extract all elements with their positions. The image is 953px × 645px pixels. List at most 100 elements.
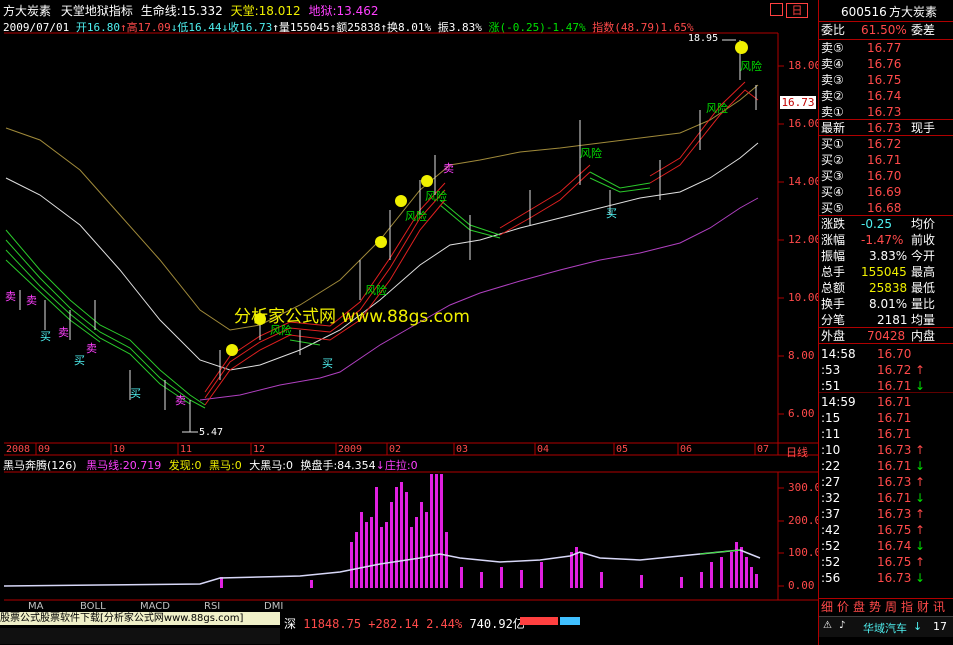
- tick-price: 16.73: [877, 571, 912, 585]
- stat-label: 振幅: [821, 249, 846, 263]
- found-value: 发现:0: [168, 459, 202, 472]
- smiley-icon: [375, 236, 387, 248]
- sell-level-label: 卖③: [821, 73, 844, 87]
- neipan-label: 内盘: [911, 329, 936, 343]
- smiley-icon: [735, 41, 748, 54]
- tick-arrow: ↑: [915, 443, 926, 457]
- sub-indicator-header: 黑马奔腾(126) 黑马线:20.719 发现:0 黑马:0 大黑马:0 换盘手…: [3, 459, 418, 472]
- buy-label: 买: [130, 387, 141, 400]
- main-chart-area[interactable]: 方大炭素 天堂地狱指标 生命线:15.332 天堂:18.012 地狱:13.4…: [0, 0, 828, 612]
- index-change: +282.14: [368, 617, 419, 631]
- latest-value: 16.73: [867, 121, 902, 135]
- stat-label2: 均量: [911, 313, 936, 327]
- smiley-icon: [421, 175, 433, 187]
- stat-value: 25838: [869, 281, 908, 295]
- buy-level-price: 16.69: [867, 185, 902, 199]
- buy-level-label: 买⑤: [821, 201, 844, 215]
- status-filler: [0, 628, 280, 644]
- stat-label2: 最高: [911, 265, 936, 279]
- sub-param: (126): [47, 459, 77, 472]
- stat-label: 涨幅: [821, 233, 846, 247]
- sell-level-price: 16.74: [867, 89, 902, 103]
- tick-time: :53: [821, 363, 841, 377]
- waipan-label: 外盘: [821, 329, 846, 343]
- sub-tick: 0.00: [788, 579, 815, 592]
- sell-label: 卖: [443, 162, 454, 175]
- tick-price: 16.73: [877, 443, 912, 457]
- tick-price: 16.72: [877, 363, 912, 377]
- buy-label: 买: [322, 357, 333, 370]
- sell-level-label: 卖②: [821, 89, 844, 103]
- tab-week[interactable]: 周: [885, 599, 897, 615]
- index-amount: 740.92亿: [469, 617, 525, 631]
- sidebar-tabs: 细 价 盘 势 周 指 财 讯: [819, 598, 953, 615]
- time-label: 2009: [338, 444, 363, 455]
- sell-level-price: 16.76: [867, 57, 902, 71]
- stat-value: 2181: [877, 313, 908, 327]
- buy-level-label: 买③: [821, 169, 844, 183]
- download-banner[interactable]: 股票公式股票软件下载[分析家公式网www.88gs.com]: [0, 612, 280, 625]
- price-tick: 14.00: [788, 175, 822, 188]
- time-label: 02: [389, 444, 402, 455]
- time-label: 11: [180, 444, 193, 455]
- quote-sidebar: 600516 方大炭素 委比 61.50% 委差 卖⑤ 16.77 卖④ 16.76 卖③…: [818, 0, 953, 645]
- index-value: 11848.75: [303, 617, 362, 631]
- smiley-icon: [395, 195, 407, 207]
- buy-level-label: 买②: [821, 153, 844, 167]
- tick-time: 14:59: [821, 395, 856, 409]
- tick-time: :22: [821, 459, 841, 473]
- time-label: 2008: [6, 444, 31, 455]
- price-tick: 10.00: [788, 291, 822, 304]
- index-pct: 2.44%: [426, 617, 463, 631]
- stat-value: 155045: [861, 265, 907, 279]
- tick-arrow: ↑: [915, 523, 926, 537]
- risk-label: 风险: [425, 190, 447, 203]
- price-tick: 12.00: [788, 233, 822, 246]
- speaker-icon[interactable]: ♪: [839, 620, 845, 631]
- tick-arrow: ↓: [915, 539, 926, 553]
- zhuangla-value: 庄拉:0: [384, 459, 418, 472]
- waipan-value: 70428: [867, 329, 906, 343]
- tick-time: :11: [821, 427, 841, 441]
- tick-arrow: ↑: [915, 475, 926, 489]
- buy-level-price: 16.68: [867, 201, 902, 215]
- price-tick: 6.00: [788, 407, 815, 420]
- warning-icon[interactable]: ⚠: [823, 620, 832, 631]
- tab-price[interactable]: 价: [837, 599, 849, 615]
- watermark-text: 分析家公式网 www.88gs.com: [234, 307, 470, 327]
- sub-chart-svg[interactable]: [0, 472, 778, 600]
- turnover-hand-value: 换盘手:84.354: [300, 459, 376, 472]
- tab-index[interactable]: 指: [901, 599, 913, 615]
- hma-value: 黑马:0: [209, 459, 242, 472]
- tab-finance[interactable]: 财: [917, 599, 929, 615]
- sell-level-price: 16.73: [867, 105, 902, 119]
- stat-label: 总额: [821, 281, 846, 295]
- stock-code: 600516: [841, 5, 887, 19]
- stat-label: 涨跌: [821, 217, 846, 231]
- period-label[interactable]: 日线: [786, 444, 808, 460]
- time-label: 09: [38, 444, 51, 455]
- tick-time: :52: [821, 539, 841, 553]
- tick-arrow: ↓: [915, 571, 926, 585]
- stat-label2: 今开: [911, 249, 936, 263]
- stat-value: 8.01%: [869, 297, 908, 311]
- market-index: 深 11848.75 +282.14 2.44% 740.92亿: [284, 615, 525, 632]
- tab-trend[interactable]: 势: [869, 599, 881, 615]
- tick-price: 16.70: [877, 347, 912, 361]
- tab-detail[interactable]: 细: [821, 599, 833, 615]
- time-label: 05: [616, 444, 629, 455]
- tick-time: :52: [821, 555, 841, 569]
- risk-label: 风险: [365, 284, 387, 297]
- tab-news[interactable]: 讯: [933, 599, 945, 615]
- sub-name: 黑马奔腾: [3, 459, 47, 472]
- tick-price: 16.73: [877, 507, 912, 521]
- risk-label: 风险: [580, 147, 602, 160]
- tab-pan[interactable]: 盘: [853, 599, 865, 615]
- tick-price: 16.71: [877, 395, 912, 409]
- stat-value: -1.47%: [861, 233, 904, 247]
- xianshou-label: 现手: [911, 121, 936, 135]
- time-label: 03: [456, 444, 469, 455]
- current-price-tag: 16.73: [780, 96, 816, 109]
- scroll-stock-name[interactable]: 华域汽车: [863, 620, 907, 636]
- weibi-label: 委比: [821, 23, 846, 37]
